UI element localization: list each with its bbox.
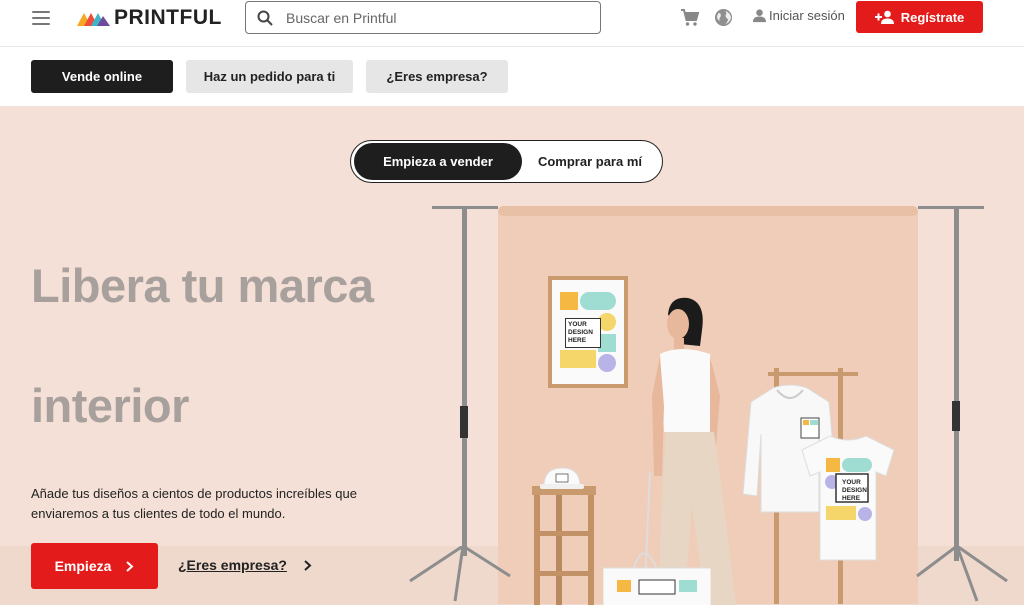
tshirt-design-text: YOUR DESIGN HERE — [842, 479, 867, 502]
stand-bar-left — [432, 206, 498, 209]
framed-poster: YOUR DESIGN HERE — [548, 276, 628, 388]
wooden-stool — [532, 486, 596, 605]
light-stand-right — [954, 206, 959, 561]
backdrop-roll — [498, 206, 918, 216]
stand-legs-right — [916, 546, 1008, 602]
logo[interactable]: PRINTFUL — [77, 6, 222, 29]
register-button[interactable]: Regístrate — [856, 1, 983, 33]
login-link[interactable]: Iniciar sesión — [752, 8, 845, 23]
eres-empresa-label: ¿Eres empresa? — [178, 557, 287, 573]
cap-product — [540, 467, 584, 489]
hero-description: Añade tus diseños a cientos de productos… — [31, 486, 357, 521]
menu-icon[interactable] — [32, 11, 50, 25]
tab-vende-online[interactable]: Vende online — [31, 60, 173, 93]
clothes-rack-bar — [768, 372, 858, 376]
printful-logo-icon — [77, 13, 110, 26]
login-label: Iniciar sesión — [769, 8, 845, 23]
stand-clamp-left — [460, 406, 468, 438]
tab-pedido-para-ti[interactable]: Haz un pedido para ti — [186, 60, 353, 93]
empieza-button[interactable]: Empieza — [31, 543, 158, 589]
light-stand-left — [462, 206, 467, 556]
chevron-right-icon — [304, 559, 312, 571]
tote-bag-product — [603, 552, 711, 605]
logo-text: PRINTFUL — [114, 6, 222, 29]
stand-legs-left — [409, 546, 511, 602]
toggle-empieza-a-vender[interactable]: Empieza a vender — [354, 143, 522, 180]
subnav: Vende online Haz un pedido para ti ¿Eres… — [0, 47, 1024, 106]
headline-line-2: interior — [31, 379, 189, 432]
headline-line-1: Libera tu marca — [31, 259, 374, 312]
search-input[interactable] — [286, 9, 576, 26]
tab-eres-empresa[interactable]: ¿Eres empresa? — [366, 60, 508, 93]
stand-clamp-right — [952, 401, 960, 431]
mode-toggle: Empieza a vender Comprar para mí — [350, 140, 663, 183]
header: PRINTFUL Iniciar sesión Regístrate — [0, 0, 1024, 47]
poster-design-text: YOUR DESIGN HERE — [565, 318, 601, 348]
empieza-label: Empieza — [54, 558, 112, 574]
chevron-right-icon — [126, 560, 134, 572]
toggle-comprar-para-mi[interactable]: Comprar para mí — [522, 143, 658, 180]
cart-icon[interactable] — [680, 8, 700, 28]
stand-bar-right — [918, 206, 984, 209]
hero-section: YOUR DESIGN HERE YOUR DESIGN HERE Empiez… — [0, 106, 1024, 605]
eres-empresa-link[interactable]: ¿Eres empresa? — [178, 557, 312, 573]
add-user-icon — [874, 10, 894, 24]
search-icon — [257, 10, 273, 26]
hero-headline: Libera tu marca interior — [31, 226, 374, 466]
user-icon — [752, 9, 767, 23]
search-bar[interactable] — [245, 1, 601, 34]
globe-icon[interactable] — [714, 8, 733, 27]
register-label: Regístrate — [900, 9, 965, 25]
